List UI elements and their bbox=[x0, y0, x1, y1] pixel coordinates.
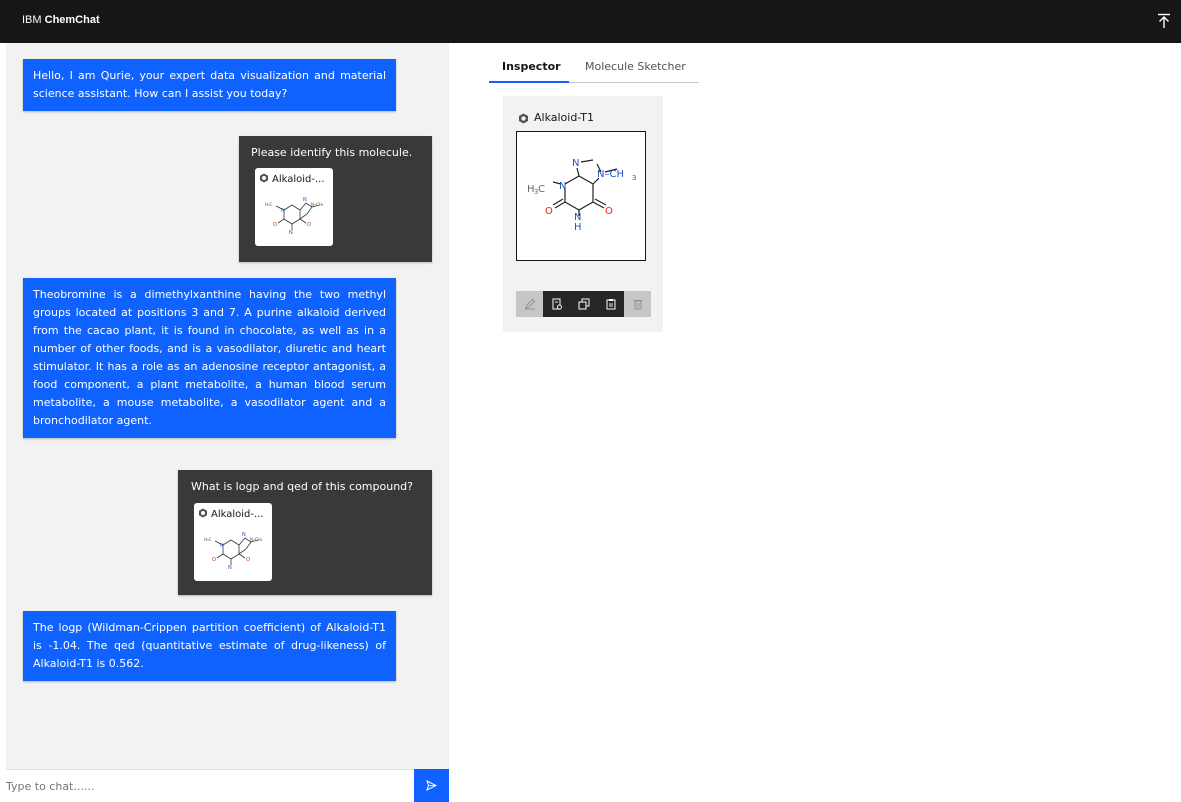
paste-icon bbox=[606, 299, 616, 310]
send-button[interactable] bbox=[414, 769, 449, 802]
svg-text:H₃C: H₃C bbox=[204, 537, 212, 542]
user-message: What is logp and qed of this compound? A… bbox=[178, 470, 432, 595]
chat-input[interactable] bbox=[6, 770, 414, 802]
molecule-structure-view[interactable]: N N–CH 3 H 3 C N O N H O bbox=[516, 131, 646, 261]
message-text: Theobromine is a dimethylxanthine having… bbox=[33, 288, 386, 427]
svg-text:N: N bbox=[220, 543, 224, 549]
molecule-title: Alkaloid-T1 bbox=[518, 111, 594, 124]
user-message: Please identify this molecule. Alkaloid-… bbox=[239, 136, 432, 262]
brand-name: ChemChat bbox=[44, 14, 100, 26]
svg-text:O: O bbox=[212, 557, 216, 563]
atom-n-left: N bbox=[559, 181, 566, 192]
tab-inspector[interactable]: Inspector bbox=[489, 57, 569, 83]
assistant-message: Theobromine is a dimethylxanthine having… bbox=[23, 278, 396, 438]
svg-text:O: O bbox=[273, 222, 277, 228]
brand-prefix: IBM bbox=[22, 14, 42, 26]
edit-icon bbox=[525, 298, 536, 310]
svg-text:N: N bbox=[289, 230, 293, 236]
svg-text:N: N bbox=[281, 208, 285, 214]
molecule-attachment[interactable]: Alkaloid-... N N–CH₃ H₃C N O N O bbox=[255, 168, 333, 246]
tab-molecule-sketcher[interactable]: Molecule Sketcher bbox=[569, 57, 699, 83]
top-bar: IBM ChemChat bbox=[0, 0, 1181, 43]
chat-panel[interactable]: Hello, I am Qurie, your expert data visu… bbox=[6, 43, 449, 802]
assistant-message: Hello, I am Qurie, your expert data visu… bbox=[23, 59, 396, 111]
atom-n-methyl-sub: 3 bbox=[632, 174, 636, 182]
collapse-to-top-icon[interactable] bbox=[1155, 12, 1173, 30]
inspector-panel: Alkaloid-T1 N N–CH 3 H 3 C N O N H O bbox=[503, 96, 663, 332]
svg-text:N–CH₃: N–CH₃ bbox=[250, 537, 263, 542]
delete-icon bbox=[633, 300, 643, 310]
svg-text:N–CH₃: N–CH₃ bbox=[311, 202, 324, 207]
notebook-button[interactable] bbox=[543, 291, 570, 317]
atom-n-methyl: N–CH bbox=[597, 169, 624, 180]
message-text: Hello, I am Qurie, your expert data visu… bbox=[33, 69, 386, 100]
atom-h3c-c: C bbox=[538, 184, 545, 195]
svg-text:N: N bbox=[228, 565, 232, 571]
svg-text:O: O bbox=[246, 557, 250, 563]
svg-text:N: N bbox=[242, 532, 246, 538]
assistant-message: The logp (Wildman-Crippen partition coef… bbox=[23, 611, 396, 681]
atom-h-bottom: H bbox=[574, 222, 582, 233]
molecule-thumbnail: N N–CH₃ H₃C N O N O bbox=[204, 532, 263, 571]
svg-text:H₃C: H₃C bbox=[265, 202, 273, 207]
app-brand: IBM ChemChat bbox=[22, 14, 100, 26]
molecule-attachment[interactable]: Alkaloid-... N N–CH₃ H₃C N O N O bbox=[194, 503, 272, 581]
molecule-icon bbox=[199, 508, 207, 518]
molecule-name: Alkaloid-T1 bbox=[534, 111, 595, 124]
delete-button[interactable] bbox=[624, 291, 651, 317]
molecule-toolbar bbox=[516, 291, 652, 317]
edit-button[interactable] bbox=[516, 291, 543, 317]
message-text: Please identify this molecule. bbox=[251, 146, 413, 159]
atom-o-right: O bbox=[605, 206, 613, 217]
inspector-tabs: Inspector Molecule Sketcher bbox=[489, 57, 699, 83]
paste-button[interactable] bbox=[597, 291, 624, 317]
message-text: What is logp and qed of this compound? bbox=[191, 480, 413, 493]
atom-o-left: O bbox=[545, 206, 553, 217]
atom-n-top: N bbox=[572, 158, 579, 169]
molecule-icon bbox=[260, 173, 268, 183]
copy-button[interactable] bbox=[570, 291, 597, 317]
send-icon bbox=[426, 780, 437, 791]
copy-icon bbox=[578, 298, 590, 310]
molecule-thumbnail: N N–CH₃ H₃C N O N O bbox=[265, 197, 324, 236]
chat-input-bar bbox=[6, 769, 414, 802]
message-text: The logp (Wildman-Crippen partition coef… bbox=[33, 621, 386, 670]
notebook-icon bbox=[552, 298, 562, 310]
svg-text:O: O bbox=[307, 222, 311, 228]
svg-text:N: N bbox=[303, 197, 307, 203]
molecule-structure: N N–CH 3 H 3 C N O N H O bbox=[527, 158, 636, 233]
